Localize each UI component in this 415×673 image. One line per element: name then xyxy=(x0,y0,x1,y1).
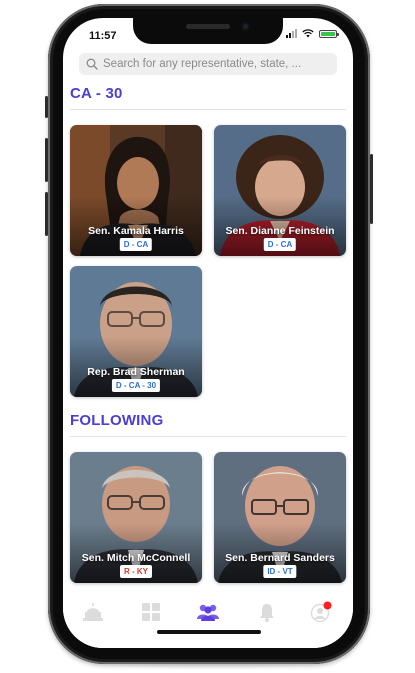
volume-down-button xyxy=(45,192,48,236)
party-badge: R - KY xyxy=(120,565,152,578)
rep-name: Rep. Brad Sherman xyxy=(87,366,185,378)
grid-icon xyxy=(142,603,160,621)
people-icon xyxy=(197,604,219,621)
wifi-icon xyxy=(302,29,314,38)
rep-card-mitch-mcconnell[interactable]: Sen. Mitch McConnell R - KY xyxy=(70,452,202,583)
party-badge: D - CA - 30 xyxy=(111,379,161,392)
mute-switch xyxy=(45,96,48,118)
tab-profile[interactable] xyxy=(309,601,333,623)
home-indicator[interactable] xyxy=(157,630,261,634)
tab-grid[interactable] xyxy=(139,601,163,623)
rep-name: Sen. Dianne Feinstein xyxy=(225,225,335,237)
search-bar[interactable] xyxy=(79,53,337,75)
battery-icon xyxy=(319,29,339,38)
search-input[interactable] xyxy=(103,58,323,70)
rep-card-brad-sherman[interactable]: Rep. Brad Sherman D - CA - 30 xyxy=(70,266,202,397)
capitol-icon xyxy=(83,603,103,621)
rep-card-bernard-sanders[interactable]: Sen. Bernard Sanders ID - VT xyxy=(214,452,346,583)
status-icons xyxy=(286,29,339,38)
tab-bar xyxy=(63,589,353,648)
power-button xyxy=(370,154,373,224)
search-icon xyxy=(86,58,98,70)
notch xyxy=(133,18,283,44)
camera xyxy=(241,22,250,31)
rep-name: Sen. Mitch McConnell xyxy=(81,552,191,564)
volume-up-button xyxy=(45,138,48,182)
party-badge: D - CA xyxy=(263,238,297,251)
rep-name: Sen. Bernard Sanders xyxy=(225,552,335,564)
section-title: CA - 30 xyxy=(70,85,123,102)
party-badge: ID - VT xyxy=(263,565,297,578)
notification-dot xyxy=(323,601,332,610)
rep-name: Sen. Kamala Harris xyxy=(88,225,184,237)
speaker xyxy=(186,24,230,29)
section-divider xyxy=(70,436,346,437)
tab-notifications[interactable] xyxy=(255,601,279,623)
rep-card-dianne-feinstein[interactable]: Sen. Dianne Feinstein D - CA xyxy=(214,125,346,256)
signal-icon xyxy=(286,29,297,38)
section-divider xyxy=(70,109,346,110)
party-badge: D - CA xyxy=(119,238,153,251)
rep-card-kamala-harris[interactable]: Sen. Kamala Harris D - CA xyxy=(70,125,202,256)
tab-capitol[interactable] xyxy=(81,601,105,623)
tab-people[interactable] xyxy=(196,601,220,623)
app-screen: 11:57 CA - 30 xyxy=(63,18,353,648)
status-time: 11:57 xyxy=(89,30,117,42)
section-title: FOLLOWING xyxy=(70,412,164,429)
bell-icon xyxy=(260,603,274,622)
profile-icon xyxy=(310,601,332,623)
